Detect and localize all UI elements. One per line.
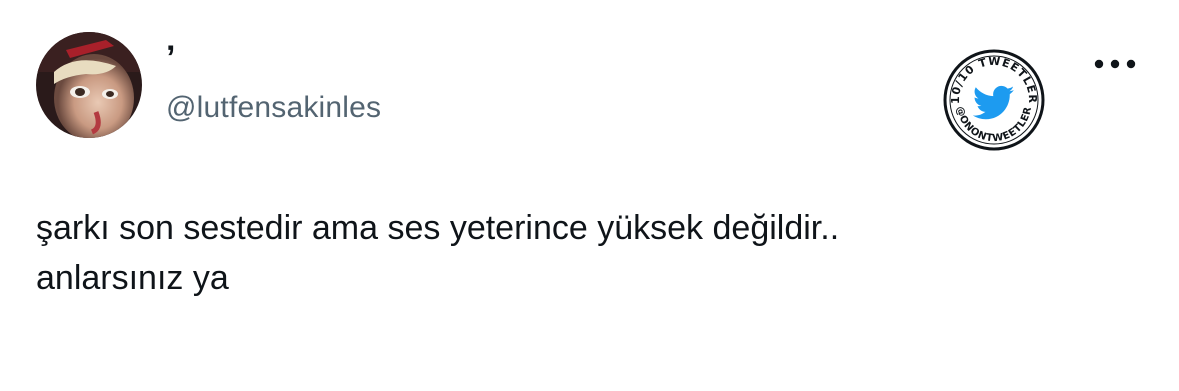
author-handle[interactable]: @lutfensakinles <box>166 90 381 126</box>
author-avatar[interactable] <box>36 32 142 138</box>
more-horizontal-icon <box>1094 59 1136 69</box>
more-options-button[interactable] <box>1090 48 1140 80</box>
tweet-text-line: şarkı son sestedir ama ses yeterince yük… <box>36 209 840 247</box>
tweet-text-line: anlarsınız ya <box>36 259 229 297</box>
watermark-badge: 10/10 TWEETLER @ONONTWEETLER <box>942 48 1046 152</box>
author-display-name[interactable]: ’ <box>166 38 175 78</box>
tweet-text: şarkı son sestedir ama ses yeterince yük… <box>36 203 1136 303</box>
